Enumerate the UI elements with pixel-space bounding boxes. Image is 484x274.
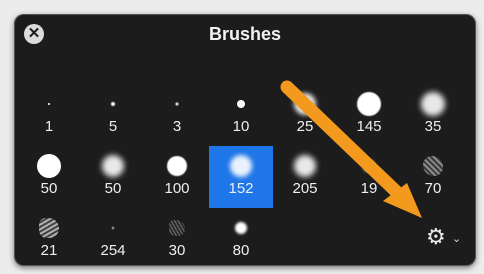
brush-size-label: 25 [296, 118, 314, 135]
brush-size-label: 152 [228, 180, 254, 197]
brush-tip-icon [230, 155, 252, 177]
brush-254[interactable]: 254 [81, 208, 145, 270]
brush-size-label: 50 [104, 180, 122, 197]
brush-tip-icon [175, 102, 179, 106]
brush-size-label: 1 [44, 118, 54, 135]
brush-50[interactable]: 50 [17, 146, 81, 208]
brush-19[interactable]: 19 [337, 146, 401, 208]
brush-152[interactable]: 152 [209, 146, 273, 208]
brush-grid: 1 5 3 10 25 145 35 50 50 100 152 205 19 70 21 254 30 80 [17, 84, 465, 270]
brush-5[interactable]: 5 [81, 84, 145, 146]
brush-tip-icon [294, 155, 316, 177]
brush-tip-icon [48, 103, 50, 105]
brush-tip-icon [39, 218, 59, 238]
brush-205[interactable]: 205 [273, 146, 337, 208]
brush-30[interactable]: 30 [145, 208, 209, 270]
brush-size-label: 35 [424, 118, 442, 135]
brush-size-label: 70 [424, 180, 442, 197]
brush-size-label: 10 [232, 118, 250, 135]
brush-tip-icon [363, 160, 375, 172]
gear-icon: ⚙ [426, 224, 446, 249]
brush-10[interactable]: 10 [209, 84, 273, 146]
brush-size-label: 19 [360, 180, 378, 197]
chevron-down-icon: ⌄ [452, 233, 462, 245]
brush-1[interactable]: 1 [17, 84, 81, 146]
brush-tip-icon [294, 93, 316, 115]
brush-size-label: 50 [40, 180, 58, 197]
brush-size-label: 145 [356, 118, 382, 135]
brush-tip-icon [423, 156, 443, 176]
brush-size-label: 21 [40, 242, 58, 259]
brush-50[interactable]: 50 [81, 146, 145, 208]
brush-size-label: 80 [232, 242, 250, 259]
brush-25[interactable]: 25 [273, 84, 337, 146]
brush-tip-icon [169, 220, 185, 236]
brush-3[interactable]: 3 [145, 84, 209, 146]
brush-size-label: 5 [108, 118, 118, 135]
settings-button[interactable]: ⚙ ⌄ [424, 224, 468, 250]
brush-100[interactable]: 100 [145, 146, 209, 208]
brush-tip-icon [111, 102, 115, 106]
brush-35[interactable]: 35 [401, 84, 465, 146]
brush-80[interactable]: 80 [209, 208, 273, 270]
brush-tip-icon [37, 154, 61, 178]
brush-tip-icon [102, 155, 124, 177]
brush-tip-icon [235, 222, 247, 234]
brush-tip-icon [112, 227, 114, 229]
brush-tip-icon [237, 100, 245, 108]
brush-145[interactable]: 145 [337, 84, 401, 146]
brush-21[interactable]: 21 [17, 208, 81, 270]
brushes-panel: ✕ Brushes 1 5 3 10 25 145 35 50 50 100 152 205 19 70 2… [14, 14, 476, 266]
brush-70[interactable]: 70 [401, 146, 465, 208]
panel-title: Brushes [208, 24, 282, 44]
brush-size-label: 100 [164, 180, 190, 197]
brush-size-label: 30 [168, 242, 186, 259]
brush-tip-icon [357, 92, 381, 116]
brush-size-label: 3 [172, 118, 182, 135]
brush-tip-icon [421, 92, 445, 116]
brush-size-label: 254 [100, 242, 126, 259]
brush-tip-icon [167, 156, 187, 176]
brush-size-label: 205 [292, 180, 318, 197]
